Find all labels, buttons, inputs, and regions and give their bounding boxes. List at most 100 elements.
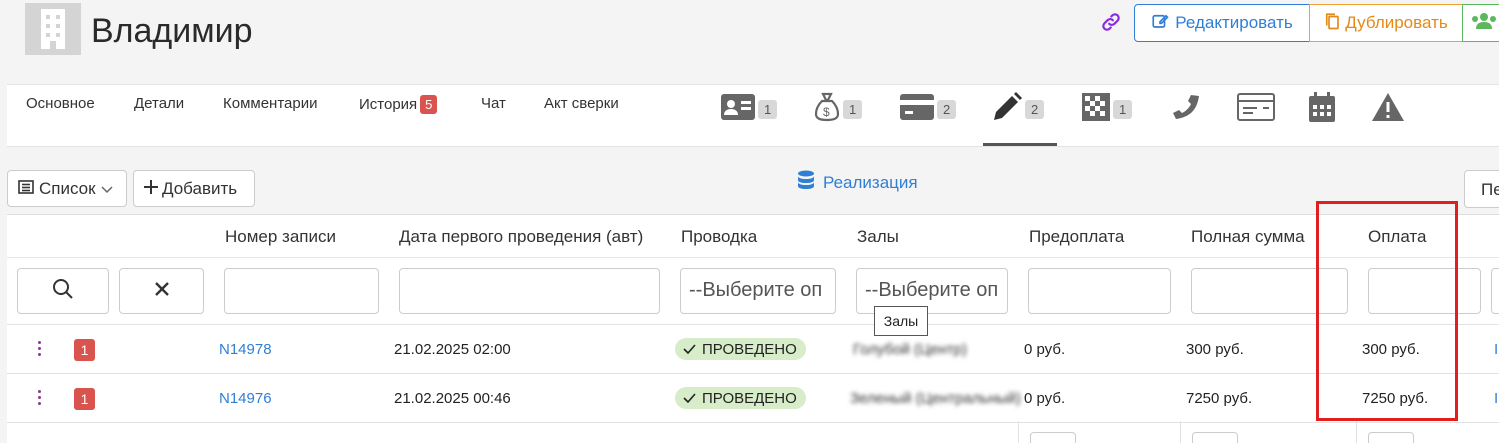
row-extra-link[interactable]: I [1494,390,1498,407]
list-view-button[interactable]: Список [7,170,127,207]
row-menu-icon[interactable] [38,390,42,408]
page-header: Владимир Редактировать Дублировать [0,0,1499,84]
chevron-down-icon [101,179,113,199]
footer-divider [1356,421,1357,443]
tab-calendar[interactable] [1309,91,1335,127]
status-label: ПРОВЕДЕНО [702,389,797,407]
credit-card-icon [900,93,934,125]
list-label: Список [39,178,96,198]
tab-chat[interactable]: Чат [481,95,506,112]
footer-input[interactable] [1192,432,1238,443]
posting-filter-select[interactable]: --Выберите оп [680,268,836,314]
full-sum-cell: 300 руб. [1186,341,1244,358]
plus-icon [144,179,158,199]
users-icon [1471,12,1497,35]
tab-phone[interactable] [1172,91,1202,127]
right-toolbar-button[interactable]: Пе [1464,170,1499,208]
first-date-filter[interactable] [399,268,660,314]
checkmark-icon [683,390,696,407]
checkered-icon [1082,92,1110,126]
tab-reconciliation[interactable]: Акт сверки [544,95,619,112]
col-first-date[interactable]: Дата первого проведения (авт) [399,227,643,247]
tab-history[interactable]: История 5 [359,95,438,114]
edit-icon [1151,12,1169,35]
footer-divider [1180,421,1181,443]
tabs-bar: Основное Детали Комментарии История 5 Чат… [7,84,1499,147]
calendar-icon [1309,91,1335,127]
tab-cards[interactable]: 2 [900,91,957,127]
first-date-cell: 21.02.2025 02:00 [394,341,511,358]
col-full-sum[interactable]: Полная сумма [1191,227,1305,247]
checkmark-icon [683,341,696,358]
svg-text:$: $ [823,105,830,119]
halls-cell: Голубой (Центр) [853,341,967,358]
building-icon [25,3,81,55]
full-sum-cell: 7250 руб. [1186,390,1253,407]
row-count-badge: 1 [74,339,95,361]
edit-button[interactable]: Редактировать [1134,4,1310,42]
row-extra-link[interactable]: I [1494,341,1498,358]
database-icon [797,170,815,195]
prepayment-filter[interactable] [1028,268,1171,314]
page-title: Владимир [91,12,253,50]
phone-icon [1172,92,1202,127]
search-icon [52,278,74,305]
tab-contacts[interactable]: 1 [721,91,778,127]
list-icon [18,179,34,199]
col-halls[interactable]: Залы [857,227,899,247]
edit-label: Редактировать [1175,13,1293,32]
active-tab-indicator [983,143,1057,146]
tab-comments[interactable]: Комментарии [223,95,317,112]
footer-divider [1018,421,1019,443]
realization-label: Реализация [823,172,918,192]
tab-invoice[interactable] [1237,91,1275,127]
money-bag-icon: $ [814,92,840,127]
realization-link[interactable]: Реализация [797,170,918,195]
footer-input[interactable] [1368,432,1414,443]
header-divider [7,257,1499,258]
tab-warnings[interactable] [1371,91,1405,127]
record-number-link[interactable]: N14976 [219,390,272,407]
duplicate-button[interactable]: Дублировать [1309,4,1463,42]
first-date-cell: 21.02.2025 00:46 [394,390,511,407]
col-posting[interactable]: Проводка [681,227,757,247]
money-count: 1 [843,99,863,119]
status-badge: ПРОВЕДЕНО [675,387,806,409]
users-button[interactable] [1462,4,1499,42]
footer-input[interactable] [1030,432,1076,443]
record-number-link[interactable]: N14978 [219,341,272,358]
row-menu-icon[interactable] [38,341,42,359]
row-divider [7,422,1499,423]
prepayment-cell: 0 руб. [1024,341,1066,358]
search-button[interactable] [17,268,109,314]
invoice-card-icon [1237,92,1275,126]
halls-cell: Зеленый (Центральный) [850,390,1021,407]
extra-filter[interactable] [1491,268,1499,314]
tab-pen[interactable]: 2 [992,91,1045,127]
add-button[interactable]: Добавить [133,170,255,207]
pen-icon [992,91,1022,127]
tab-details[interactable]: Детали [134,95,184,112]
close-icon [154,281,169,301]
add-label: Добавить [162,178,238,198]
record-number-filter[interactable] [224,268,379,314]
warning-icon [1371,92,1405,127]
tab-history-label: История [359,96,418,113]
contacts-count: 1 [758,99,778,119]
pen-count: 2 [1025,99,1045,119]
payment-column-highlight [1316,201,1458,421]
copy-icon [1324,12,1340,35]
duplicate-label: Дублировать [1345,13,1448,32]
checkered-count: 1 [1113,99,1133,119]
status-label: ПРОВЕДЕНО [702,340,797,358]
row-divider [7,324,1499,325]
tab-main[interactable]: Основное [26,95,95,112]
link-icon[interactable] [1100,11,1122,33]
tab-checkered[interactable]: 1 [1082,91,1133,127]
row-divider [7,373,1499,374]
tab-money[interactable]: $ 1 [814,91,863,127]
clear-filters-button[interactable] [119,268,204,314]
col-record-number[interactable]: Номер записи [225,227,336,247]
halls-tooltip: Залы [874,306,928,336]
col-prepayment[interactable]: Предоплата [1029,227,1124,247]
